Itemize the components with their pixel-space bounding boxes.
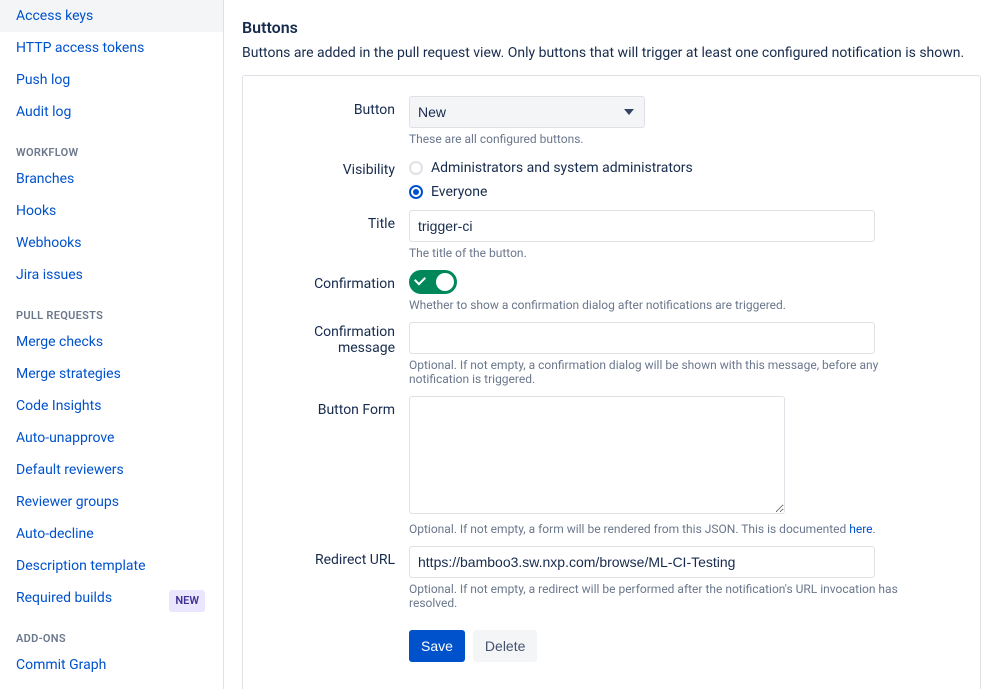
confirmation-toggle[interactable] <box>409 270 457 294</box>
label-button: Button <box>271 96 409 150</box>
main-content: Buttons Buttons are added in the pull re… <box>224 0 999 689</box>
button-config-panel: Button New These are all configured butt… <box>242 75 981 689</box>
sidebar-item-audit-log[interactable]: Audit log <box>0 96 223 128</box>
section-title-buttons: Buttons <box>242 18 981 37</box>
label-redirect-url: Redirect URL <box>271 546 409 614</box>
help-redirect-url: Optional. If not empty, a redirect will … <box>409 582 929 610</box>
section-desc-buttons: Buttons are added in the pull request vi… <box>242 45 981 61</box>
redirect-url-input[interactable] <box>409 546 875 578</box>
label-confirmation: Confirmation <box>271 270 409 316</box>
radio-label: Administrators and system administrators <box>431 160 693 176</box>
sidebar-item-reviewer-groups[interactable]: Reviewer groups <box>0 486 223 518</box>
radio-label: Everyone <box>431 184 487 200</box>
help-confirmation: Whether to show a confirmation dialog af… <box>409 298 889 312</box>
help-button-form: Optional. If not empty, a form will be r… <box>409 522 889 536</box>
help-confirmation-message: Optional. If not empty, a confirmation d… <box>409 358 929 386</box>
delete-button[interactable]: Delete <box>473 630 537 662</box>
sidebar-item-webhooks[interactable]: Webhooks <box>0 227 223 259</box>
sidebar-item-auto-decline[interactable]: Auto-decline <box>0 518 223 550</box>
doc-link-here[interactable]: here <box>849 522 872 536</box>
sidebar-item-label: Required builds <box>16 590 112 606</box>
help-button-select: These are all configured buttons. <box>409 132 889 146</box>
sidebar-item-code-insights[interactable]: Code Insights <box>0 390 223 422</box>
toggle-knob <box>436 273 454 291</box>
sidebar-item-pr-notifications[interactable]: Pull request notifications <box>0 681 223 689</box>
button-form-textarea[interactable] <box>409 396 785 514</box>
button-select[interactable]: New <box>409 96 645 128</box>
sidebar-item-default-reviewers[interactable]: Default reviewers <box>0 454 223 486</box>
label-button-form: Button Form <box>271 396 409 540</box>
help-title: The title of the button. <box>409 246 889 260</box>
sidebar-item-auto-unapprove[interactable]: Auto-unapprove <box>0 422 223 454</box>
sidebar-item-access-keys[interactable]: Access keys <box>0 0 223 32</box>
new-badge: NEW <box>169 590 205 612</box>
sidebar-item-http-tokens[interactable]: HTTP access tokens <box>0 32 223 64</box>
sidebar-item-jira-issues[interactable]: Jira issues <box>0 259 223 291</box>
sidebar-item-merge-strategies[interactable]: Merge strategies <box>0 358 223 390</box>
title-input[interactable] <box>409 210 875 242</box>
label-title: Title <box>271 210 409 264</box>
visibility-option-admins[interactable]: Administrators and system administrators <box>409 156 889 180</box>
radio-icon <box>409 161 423 175</box>
sidebar-item-hooks[interactable]: Hooks <box>0 195 223 227</box>
sidebar-item-merge-checks[interactable]: Merge checks <box>0 326 223 358</box>
sidebar: Access keys HTTP access tokens Push log … <box>0 0 224 689</box>
radio-icon <box>409 185 423 199</box>
sidebar-heading-addons: ADD-ONS <box>0 614 223 649</box>
sidebar-item-branches[interactable]: Branches <box>0 163 223 195</box>
sidebar-item-commit-graph[interactable]: Commit Graph <box>0 649 223 681</box>
label-confirmation-message: Confirmation message <box>271 322 409 390</box>
confirmation-message-input[interactable] <box>409 322 875 354</box>
save-button[interactable]: Save <box>409 630 465 662</box>
sidebar-heading-workflow: WORKFLOW <box>0 128 223 163</box>
label-visibility: Visibility <box>271 156 409 204</box>
sidebar-item-push-log[interactable]: Push log <box>0 64 223 96</box>
sidebar-heading-pull-requests: PULL REQUESTS <box>0 291 223 326</box>
sidebar-item-description-template[interactable]: Description template <box>0 550 223 582</box>
visibility-option-everyone[interactable]: Everyone <box>409 180 889 204</box>
sidebar-item-required-builds[interactable]: Required builds NEW <box>0 582 223 614</box>
